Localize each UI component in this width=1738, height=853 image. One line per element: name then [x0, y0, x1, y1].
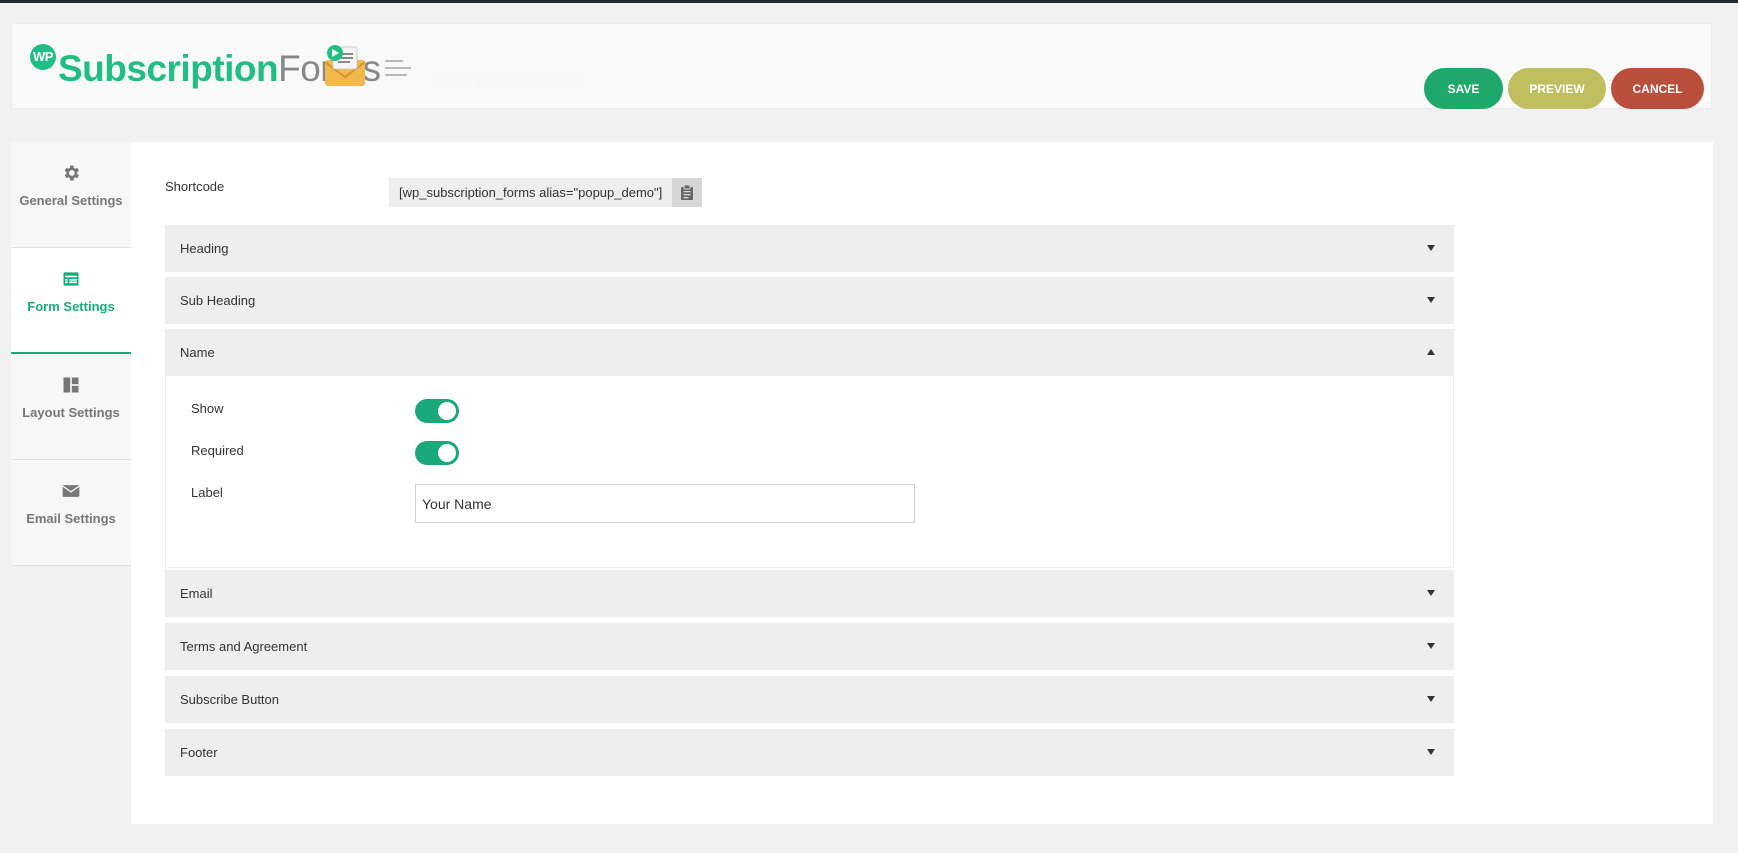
section-title: Terms and Agreement	[180, 639, 308, 654]
section-title: Footer	[180, 745, 218, 760]
ghost-note: Lorem ipsum dolor sit amet	[438, 73, 583, 87]
header: WP SubscriptionForms Lorem ipsum dolor s…	[11, 23, 1712, 109]
menu-toggle-icon[interactable]	[385, 60, 419, 80]
chevron-down-icon	[1427, 643, 1435, 649]
section-header[interactable]: Footer	[165, 729, 1454, 776]
label-field-label: Label	[191, 485, 223, 500]
section-body: Show Required Label	[165, 376, 1454, 568]
logo-badge: WP	[30, 44, 56, 70]
save-button[interactable]: SAVE	[1424, 68, 1503, 109]
shortcode-value[interactable]: [wp_subscription_forms alias="popup_demo…	[389, 178, 673, 207]
logo-brand: Subscription	[58, 48, 279, 89]
show-label: Show	[191, 401, 224, 416]
envelope-logo-icon	[324, 45, 366, 86]
required-label: Required	[191, 443, 244, 458]
section-header[interactable]: Heading	[165, 225, 1454, 272]
section-header[interactable]: Sub Heading	[165, 277, 1454, 324]
section-header[interactable]: Name	[165, 329, 1454, 376]
chevron-down-icon	[1427, 696, 1435, 702]
show-toggle[interactable]	[415, 399, 459, 423]
section-terms: Terms and Agreement	[165, 623, 1454, 670]
preview-button[interactable]: PREVIEW	[1508, 68, 1606, 109]
shortcode-label: Shortcode	[165, 179, 225, 194]
sidebar-item-label: Form Settings	[27, 299, 115, 314]
chevron-down-icon	[1427, 297, 1435, 303]
section-sub-heading: Sub Heading	[165, 277, 1454, 324]
sidebar-item-general-settings[interactable]: General Settings	[11, 142, 131, 248]
chevron-down-icon	[1427, 590, 1435, 596]
chevron-down-icon	[1427, 245, 1435, 251]
section-email: Email	[165, 570, 1454, 617]
sidebar-item-form-settings[interactable]: Form Settings	[11, 248, 131, 354]
sidebar-item-label: Layout Settings	[22, 405, 120, 420]
required-toggle[interactable]	[415, 441, 459, 465]
section-title: Heading	[180, 241, 229, 256]
main-panel: Shortcode [wp_subscription_forms alias="…	[131, 142, 1713, 824]
section-heading: Heading	[165, 225, 1454, 272]
sidebar: General Settings Form Settings Layout Se…	[11, 142, 131, 566]
section-title: Subscribe Button	[180, 692, 280, 707]
sidebar-item-email-settings[interactable]: Email Settings	[11, 460, 131, 566]
label-input[interactable]	[415, 484, 915, 523]
sidebar-item-label: Email Settings	[26, 511, 116, 526]
chevron-up-icon	[1427, 349, 1435, 355]
section-title: Name	[180, 345, 215, 360]
envelope-icon	[62, 485, 80, 497]
clipboard-icon	[681, 185, 693, 200]
section-title: Sub Heading	[180, 293, 256, 308]
form-icon	[63, 272, 79, 286]
copy-shortcode-button[interactable]	[672, 178, 702, 207]
section-header[interactable]: Email	[165, 570, 1454, 617]
chevron-down-icon	[1427, 749, 1435, 755]
top-border	[0, 0, 1738, 3]
section-title: Email	[180, 586, 213, 601]
sidebar-item-label: General Settings	[19, 193, 123, 208]
sidebar-item-layout-settings[interactable]: Layout Settings	[11, 354, 131, 460]
section-subscribe-button: Subscribe Button	[165, 676, 1454, 723]
layout-icon	[63, 377, 79, 393]
cancel-button[interactable]: CANCEL	[1611, 68, 1704, 109]
section-name: Name Show Required Label	[165, 329, 1454, 568]
section-header[interactable]: Terms and Agreement	[165, 623, 1454, 670]
section-header[interactable]: Subscribe Button	[165, 676, 1454, 723]
gear-icon	[64, 165, 79, 181]
section-footer: Footer	[165, 729, 1454, 776]
